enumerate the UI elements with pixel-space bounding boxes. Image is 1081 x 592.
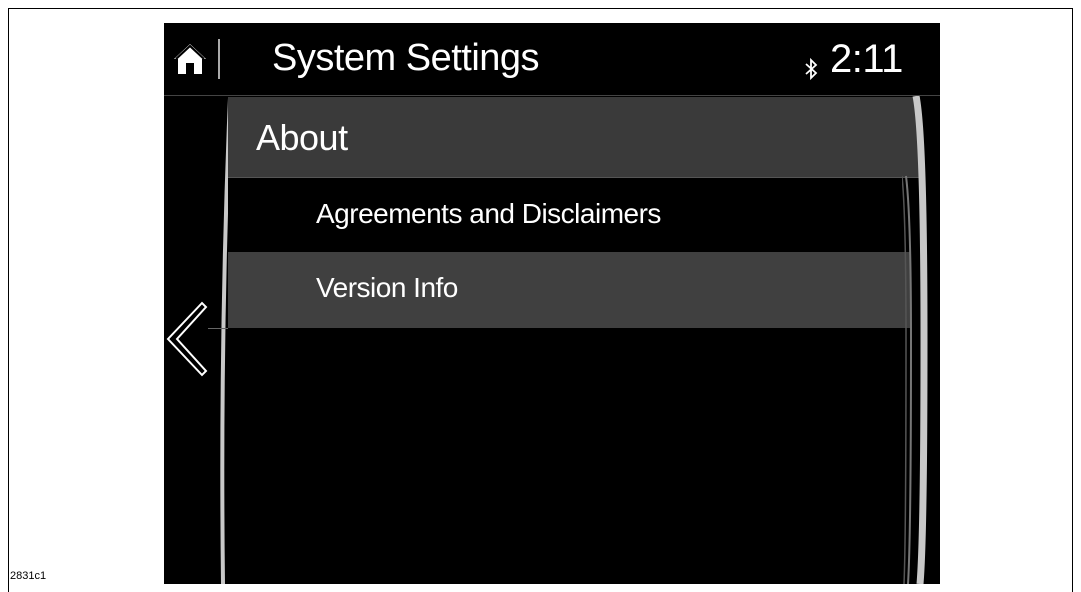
page-title: System Settings (272, 37, 540, 79)
section-title: About (256, 117, 348, 158)
home-icon (174, 44, 206, 74)
back-button[interactable] (164, 299, 214, 379)
home-button[interactable] (164, 23, 216, 95)
list-item-agreements[interactable]: Agreements and Disclaimers (228, 178, 910, 254)
chevron-left-icon (166, 301, 208, 377)
figure-id: 2831c1 (10, 570, 47, 582)
bluetooth-icon (805, 57, 818, 81)
list-item-label: Agreements and Disclaimers (316, 198, 661, 229)
header-divider (218, 39, 220, 79)
rail-tick (208, 328, 228, 329)
section-header: About (228, 97, 920, 178)
list-item-label: Version Info (316, 272, 458, 303)
list-item-version-info[interactable]: Version Info (228, 252, 910, 328)
clock: 2:11 (830, 37, 903, 81)
header-bar: System Settings 2:11 (164, 23, 940, 96)
infotainment-screen: System Settings 2:11 About Agreements an… (164, 23, 940, 584)
scrollbar[interactable] (902, 96, 940, 584)
